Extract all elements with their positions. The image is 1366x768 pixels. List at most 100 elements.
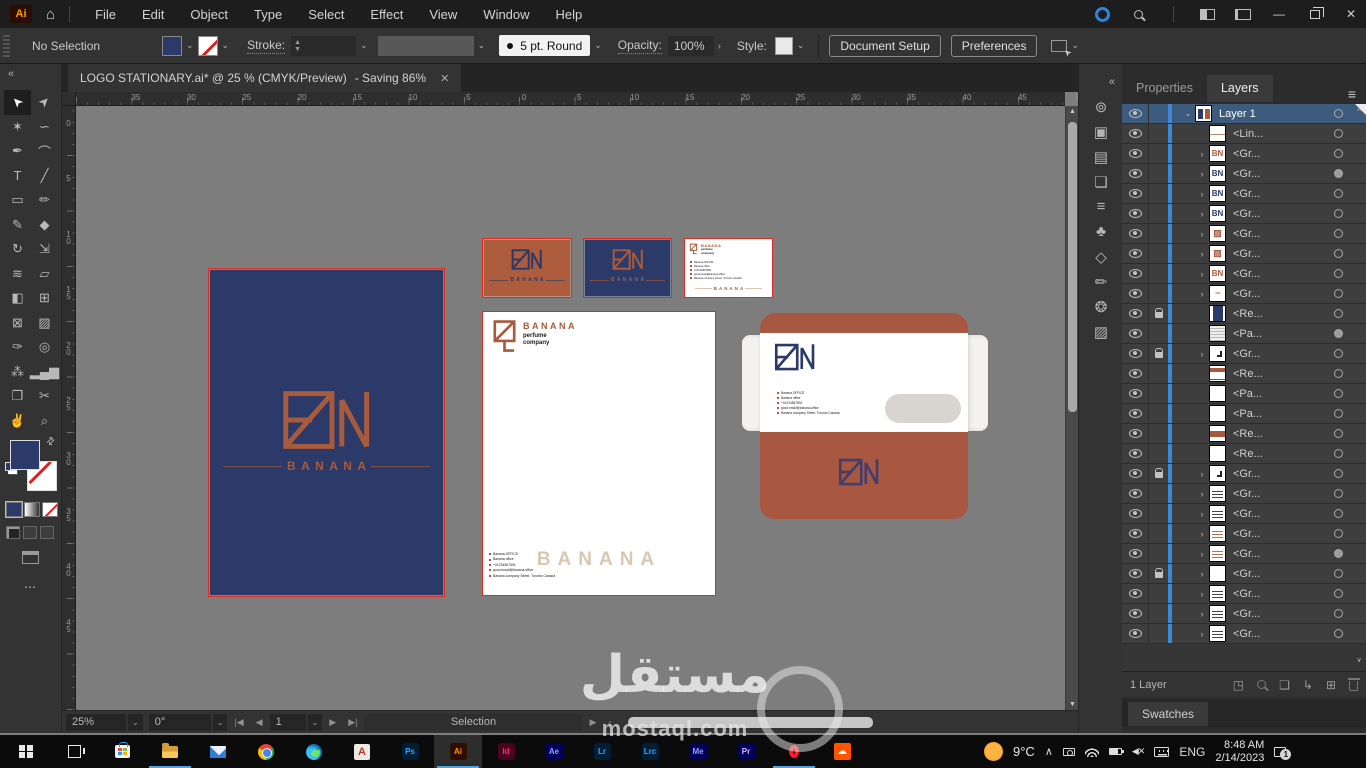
draw-normal-button[interactable] — [6, 526, 20, 539]
close-tab-icon[interactable]: ✕ — [440, 72, 449, 85]
expand-icon[interactable]: › — [1195, 249, 1209, 259]
ruler-origin[interactable] — [62, 92, 76, 106]
layer-target[interactable] — [1323, 389, 1353, 398]
layer-row[interactable]: › BN <Gr... — [1122, 204, 1366, 224]
weather-icon[interactable] — [984, 742, 1003, 761]
visibility-toggle[interactable] — [1122, 204, 1149, 223]
layer-row[interactable]: <Pa... — [1122, 404, 1366, 424]
layer-row[interactable]: <Re... — [1122, 424, 1366, 444]
layer-row[interactable]: › BN <Gr... — [1122, 184, 1366, 204]
perspective-grid-tool[interactable]: ⊞ — [31, 286, 58, 311]
visibility-toggle[interactable] — [1122, 284, 1149, 303]
direct-selection-tool[interactable]: ➤ — [31, 90, 58, 115]
layer-name[interactable]: <Re... — [1233, 308, 1263, 320]
horizontal-ruler[interactable]: 35 30 25 20 15 10 5 0 5 10 15 20 25 30 35 40 45 5 — [76, 92, 1078, 106]
layer-name[interactable]: <Gr... — [1233, 608, 1260, 620]
blend-tool[interactable]: ◎ — [31, 335, 58, 360]
layer-row[interactable]: › <Gr... — [1122, 624, 1366, 644]
visibility-toggle[interactable] — [1122, 144, 1149, 163]
layer-name[interactable]: <Gr... — [1233, 508, 1260, 520]
scale-tool[interactable]: ⇲ — [31, 237, 58, 262]
layer-row[interactable]: › <Gr... — [1122, 564, 1366, 584]
artboard-tool[interactable]: ❒ — [4, 384, 31, 409]
volume-muted-icon[interactable]: ◀✕ — [1132, 746, 1146, 757]
next-artboard-icon[interactable]: ▶ — [324, 717, 341, 728]
layer-row[interactable]: › <Gr... — [1122, 604, 1366, 624]
layer-name[interactable]: <Re... — [1233, 368, 1263, 380]
expand-icon[interactable]: › — [1195, 529, 1209, 539]
visibility-toggle[interactable] — [1122, 504, 1149, 523]
pen-tool[interactable]: ✒ — [4, 139, 31, 164]
taskbar-lightroom-classic[interactable]: Lrc — [626, 735, 674, 768]
clock[interactable]: 8:48 AM 2/14/2023 — [1215, 739, 1264, 765]
visibility-toggle[interactable] — [1122, 264, 1149, 283]
meet-now-icon[interactable] — [1062, 747, 1075, 756]
lock-toggle[interactable] — [1149, 568, 1168, 578]
status-display[interactable]: Selection — [364, 713, 583, 731]
align-panel-icon[interactable]: ▤ — [1079, 148, 1123, 166]
panel-menu-icon[interactable]: ≡ — [1348, 86, 1356, 102]
layer-row-selected[interactable]: ⌄ Layer 1 — [1122, 104, 1366, 124]
layer-row[interactable]: › <Gr... — [1122, 524, 1366, 544]
stroke-panel-icon[interactable]: ≡ — [1079, 198, 1123, 215]
layer-target[interactable] — [1323, 129, 1353, 138]
eraser-tool[interactable]: ◆ — [31, 213, 58, 238]
collect-export-icon[interactable]: ◳ — [1233, 678, 1244, 692]
layer-name[interactable]: <Gr... — [1233, 148, 1260, 160]
chevron-down-icon[interactable]: ⌄ — [356, 40, 372, 51]
document-tab[interactable]: LOGO STATIONARY.ai* @ 25 % (CMYK/Preview… — [68, 64, 462, 92]
zoom-tool[interactable]: ⌕ — [31, 409, 58, 434]
artboard-envelope[interactable]: Banana.OFFICE Banana office +01234567891 go… — [740, 305, 990, 520]
layer-target[interactable] — [1323, 109, 1353, 118]
visibility-toggle[interactable] — [1122, 104, 1149, 123]
pathfinder-panel-icon[interactable]: ❏ — [1079, 173, 1123, 191]
visibility-toggle[interactable] — [1122, 364, 1149, 383]
taskbar-start[interactable] — [2, 735, 50, 768]
layer-target[interactable] — [1323, 609, 1353, 618]
chevron-down-icon[interactable]: ⌄ — [793, 40, 809, 51]
visibility-toggle[interactable] — [1122, 244, 1149, 263]
libraries-panel-icon[interactable]: ◇ — [1079, 248, 1123, 266]
taskbar-autocad[interactable]: A — [338, 735, 386, 768]
chevron-down-icon[interactable]: ⌄ — [212, 713, 228, 731]
screen-mode-button[interactable] — [22, 551, 39, 564]
stroke-color-swatch[interactable] — [197, 35, 218, 56]
slice-tool[interactable]: ✂ — [31, 384, 58, 409]
taskbar-premiere[interactable]: Pr — [722, 735, 770, 768]
visibility-toggle[interactable] — [1122, 344, 1149, 363]
free-transform-tool[interactable]: ▱ — [31, 262, 58, 287]
layer-target[interactable] — [1323, 189, 1353, 198]
layer-name[interactable]: <Lin... — [1233, 128, 1263, 140]
opacity-field[interactable]: 100% — [667, 35, 714, 56]
layer-row[interactable]: <Re... — [1122, 304, 1366, 324]
new-sublayer-icon[interactable]: ↳ — [1303, 678, 1313, 692]
first-artboard-icon[interactable]: |◀ — [229, 717, 248, 728]
brush-definition-select[interactable]: 5 pt. Round — [499, 35, 591, 56]
lock-toggle[interactable] — [1149, 348, 1168, 358]
workspace-switcher-icon[interactable] — [1192, 2, 1222, 26]
rotate-tool[interactable]: ↻ — [4, 237, 31, 262]
taskbar-store[interactable] — [98, 735, 146, 768]
document-setup-button[interactable]: Document Setup — [829, 34, 941, 57]
layer-target[interactable] — [1323, 369, 1353, 378]
swatches-panel-icon[interactable]: ⊚ — [1079, 98, 1123, 116]
mesh-tool[interactable]: ⊠ — [4, 311, 31, 336]
app-logo-icon[interactable]: Ai — [10, 5, 32, 23]
collapse-toolbar-icon[interactable]: « — [8, 68, 14, 80]
layer-row[interactable]: <Pa... — [1122, 324, 1366, 344]
layer-name[interactable]: <Gr... — [1233, 268, 1260, 280]
visibility-toggle[interactable] — [1122, 524, 1149, 543]
restore-button[interactable] — [1300, 1, 1330, 27]
layer-name[interactable]: <Gr... — [1233, 548, 1260, 560]
artboard-card-blue[interactable]: BANANA — [583, 238, 672, 298]
touch-keyboard-icon[interactable] — [1154, 746, 1170, 757]
column-graph-tool[interactable]: ▂▄▆ — [30, 360, 59, 385]
layer-row[interactable]: › <Gr... — [1122, 344, 1366, 364]
gradient-panel-icon[interactable]: ▨ — [1079, 323, 1123, 341]
chevron-down-icon[interactable]: ⌄ — [182, 40, 198, 51]
edit-toolbar-icon[interactable]: ⋯ — [24, 580, 37, 594]
layer-target[interactable] — [1323, 149, 1353, 158]
none-button[interactable] — [42, 502, 58, 517]
width-tool[interactable]: ≋ — [4, 262, 31, 287]
layer-target[interactable] — [1323, 249, 1353, 258]
